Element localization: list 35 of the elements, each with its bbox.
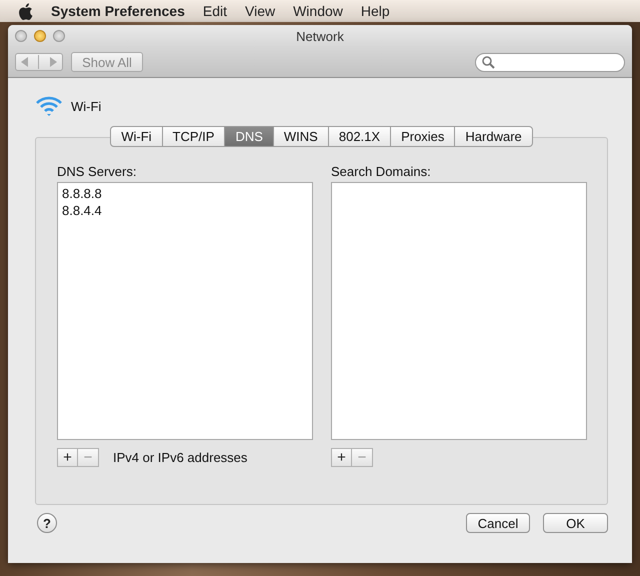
add-button[interactable]: + <box>57 448 78 467</box>
close-icon[interactable] <box>15 30 27 42</box>
add-button[interactable]: + <box>331 448 352 467</box>
back-forward-control[interactable] <box>15 53 63 71</box>
cancel-button[interactable]: Cancel <box>466 513 530 533</box>
app-menu[interactable]: System Preferences <box>51 3 185 19</box>
tab[interactable]: DNS <box>225 126 274 147</box>
service-name: Wi-Fi <box>71 98 102 114</box>
ok-button[interactable]: OK <box>543 513 608 533</box>
apple-logo-icon[interactable] <box>17 2 33 20</box>
tab[interactable]: Proxies <box>391 126 456 147</box>
menu-item[interactable]: Edit <box>202 3 227 19</box>
search-field[interactable] <box>475 52 625 72</box>
list-label: Search Domains: <box>331 164 432 179</box>
hint-text: IPv4 or IPv6 addresses <box>113 450 248 465</box>
search-icon <box>482 56 495 68</box>
help-button[interactable]: ? <box>37 513 57 533</box>
list-label: DNS Servers: <box>57 164 138 179</box>
window-title: Network <box>296 28 344 44</box>
tab[interactable]: Hardware <box>455 126 533 147</box>
tab[interactable]: 802.1X <box>328 126 392 147</box>
tab[interactable]: WINS <box>274 126 329 147</box>
minimize-icon[interactable] <box>34 30 46 42</box>
tab[interactable]: Wi-Fi <box>110 126 163 147</box>
back-arrow-icon[interactable] <box>20 57 29 67</box>
list-entry[interactable]: 8.8.8.8 <box>62 185 308 202</box>
dns-server-list[interactable]: 8.8.8.8 8.8.4.4 <box>57 182 313 440</box>
zoom-icon[interactable] <box>53 30 65 42</box>
wifi-icon <box>35 95 63 117</box>
menu-item[interactable]: View <box>245 3 276 19</box>
menu-item[interactable]: Window <box>293 3 343 19</box>
menu-item[interactable]: Help <box>360 3 390 19</box>
tab[interactable]: TCP/IP <box>162 126 226 147</box>
list-entry[interactable]: 8.8.4.4 <box>62 202 308 219</box>
forward-arrow-icon[interactable] <box>49 57 58 67</box>
